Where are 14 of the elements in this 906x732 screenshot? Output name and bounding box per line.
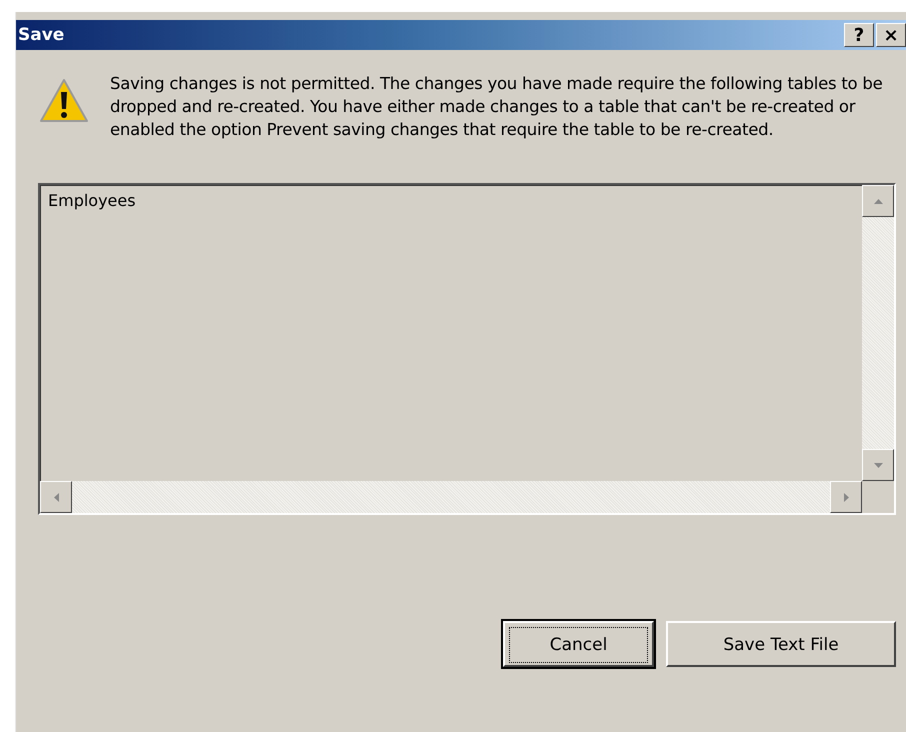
table-name[interactable]: Employees: [48, 191, 854, 210]
scroll-right-icon: [844, 492, 848, 502]
vertical-scrollbar[interactable]: [862, 185, 894, 481]
cancel-button[interactable]: Cancel: [503, 621, 654, 667]
window-title: Save: [18, 25, 64, 45]
scroll-left-icon: [54, 492, 58, 502]
save-text-file-button[interactable]: Save Text File: [666, 621, 896, 667]
warning-icon: [38, 77, 90, 125]
scroll-down-icon: [874, 462, 882, 468]
warning-message: Saving changes is not permitted. The changes you have made require the following tables to be dropped and re-created. You have either made changes to a table that can't be re-created or enabled the option Prevent saving changes that require the table to be re-created.: [110, 73, 884, 141]
close-button[interactable]: ×: [876, 23, 906, 47]
horizontal-scrollbar[interactable]: [40, 481, 862, 513]
scroll-up-icon: [874, 198, 882, 204]
help-button[interactable]: ?: [844, 23, 874, 47]
